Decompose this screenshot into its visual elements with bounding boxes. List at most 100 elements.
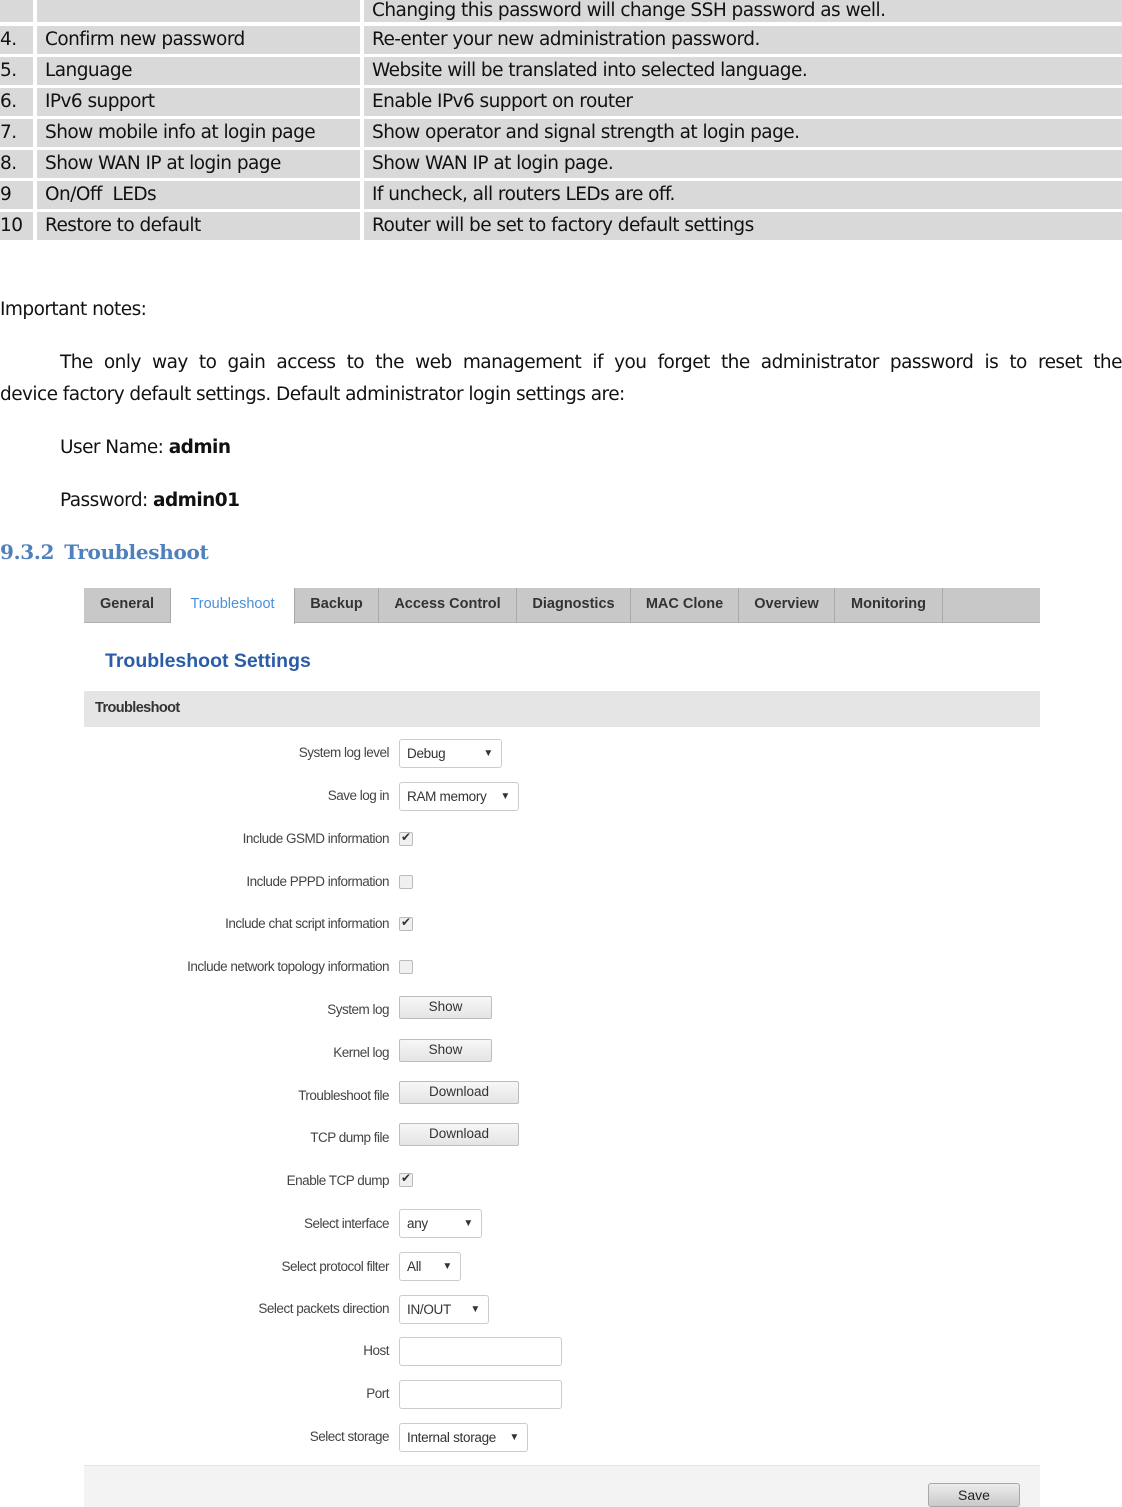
tab-monitoring[interactable]: Monitoring	[835, 588, 943, 623]
notes-heading: Important notes:	[0, 299, 147, 320]
notes-paragraph-line-1: The only way to gain access to the web management…	[0, 352, 1122, 373]
save-log-in-value: RAM memory	[407, 789, 487, 804]
include-chat-script-label: Include chat script information	[225, 916, 389, 931]
tab-general[interactable]: General	[84, 588, 171, 623]
tab-access-control[interactable]: Access Control	[379, 588, 517, 623]
row-description: Show operator and signal strength at log…	[364, 119, 1122, 147]
system-log-show-button[interactable]: Show	[399, 996, 492, 1019]
chevron-down-icon: ▼	[442, 1261, 452, 1272]
troubleshoot-file-download-button[interactable]: Download	[399, 1081, 519, 1104]
check-icon: ✔	[401, 1171, 412, 1185]
paragraph-word: reset	[1037, 352, 1083, 373]
tcp-dump-file-download-button[interactable]: Download	[399, 1123, 519, 1146]
kernel-log-show-button[interactable]: Show	[399, 1039, 492, 1062]
row-description: Website will be translated into selected…	[364, 57, 1122, 85]
select-interface-dropdown[interactable]: any ▼	[399, 1209, 482, 1238]
row-number: 5.	[0, 57, 33, 85]
table-row: Changing this password will change SSH p…	[0, 0, 1122, 22]
row-number: 4.	[0, 26, 33, 54]
system-log-level-label: System log level	[298, 745, 390, 760]
table-row: 7. Show mobile info at login page Show o…	[0, 119, 1122, 147]
row-description: Router will be set to factory default se…	[364, 212, 1122, 240]
paragraph-word: The	[60, 352, 93, 373]
system-log-level-select[interactable]: Debug ▼	[399, 739, 502, 768]
port-label: Port	[366, 1386, 389, 1401]
row-number: 10	[0, 212, 33, 240]
port-input[interactable]	[399, 1380, 562, 1409]
check-icon: ✔	[401, 830, 412, 844]
host-input[interactable]	[399, 1337, 562, 1366]
select-protocol-filter-value: All	[407, 1259, 422, 1274]
select-interface-label: Select interface	[303, 1216, 390, 1231]
paragraph-word: to	[1009, 352, 1027, 373]
section-header-label: Troubleshoot	[95, 700, 180, 716]
system-log-label: System log	[327, 1002, 389, 1017]
system-log-level-value: Debug	[407, 746, 446, 761]
table-row: 4. Confirm new password Re-enter your ne…	[0, 26, 1122, 54]
paragraph-word: the	[720, 352, 750, 373]
table-row: 8. Show WAN IP at login page Show WAN IP…	[0, 150, 1122, 178]
tab-overview[interactable]: Overview	[739, 588, 835, 623]
include-network-topology-label: Include network topology information	[187, 959, 389, 974]
save-log-in-select[interactable]: RAM memory ▼	[399, 782, 519, 811]
username-value: admin	[168, 437, 231, 458]
include-network-topology-checkbox[interactable]	[399, 960, 413, 974]
include-chat-script-checkbox[interactable]: ✔	[399, 915, 413, 931]
row-description: Re-enter your new administration passwor…	[364, 26, 1122, 54]
form-footer	[84, 1465, 1040, 1507]
include-pppd-checkbox[interactable]	[399, 875, 413, 889]
select-interface-value: any	[407, 1216, 428, 1231]
save-log-in-label: Save log in	[327, 788, 390, 803]
row-name: Show WAN IP at login page	[37, 150, 360, 178]
row-name: Confirm new password	[37, 26, 360, 54]
include-gsmd-checkbox[interactable]: ✔	[399, 830, 413, 846]
paragraph-word: if	[592, 352, 603, 373]
row-number: 9	[0, 181, 33, 209]
section-heading: 9.3.2 Troubleshoot	[0, 540, 209, 564]
paragraph-word: password	[889, 352, 974, 373]
chevron-down-icon: ▼	[483, 748, 493, 759]
row-name: On/Off LEDs	[37, 181, 360, 209]
paragraph-word: to	[346, 352, 365, 373]
table-row: 10 Restore to default Router will be set…	[0, 212, 1122, 240]
troubleshoot-section-header: Troubleshoot	[84, 691, 1040, 727]
tab-troubleshoot[interactable]: Troubleshoot	[171, 588, 295, 624]
select-protocol-filter-dropdown[interactable]: All ▼	[399, 1252, 461, 1281]
chevron-down-icon: ▼	[470, 1304, 480, 1315]
select-storage-dropdown[interactable]: Internal storage ▼	[399, 1423, 528, 1452]
troubleshoot-file-label: Troubleshoot file	[298, 1088, 389, 1103]
notes-paragraph-line-2: device factory default settings. Default…	[0, 384, 625, 405]
paragraph-word: the	[375, 352, 404, 373]
tab-diagnostics[interactable]: Diagnostics	[517, 588, 631, 623]
select-packets-direction-label: Select packets direction	[258, 1301, 389, 1316]
paragraph-word: forget	[657, 352, 711, 373]
enable-tcp-dump-checkbox[interactable]: ✔	[399, 1171, 413, 1187]
row-name: Language	[37, 57, 360, 85]
paragraph-word: the	[1093, 352, 1122, 373]
paragraph-word: administrator	[760, 352, 880, 373]
row-description: Changing this password will change SSH p…	[364, 0, 1122, 22]
row-number: 7.	[0, 119, 33, 147]
chevron-down-icon: ▼	[463, 1218, 473, 1229]
page-title: Troubleshoot Settings	[105, 650, 311, 672]
paragraph-word: web	[415, 352, 452, 373]
tab-backup[interactable]: Backup	[295, 588, 379, 623]
save-button[interactable]: Save	[928, 1483, 1020, 1507]
select-packets-direction-dropdown[interactable]: IN/OUT ▼	[399, 1295, 489, 1324]
tab-bar: General Troubleshoot Backup Access Contr…	[84, 588, 1040, 624]
table-row: 6. IPv6 support Enable IPv6 support on r…	[0, 88, 1122, 116]
select-storage-value: Internal storage	[407, 1430, 497, 1445]
include-gsmd-label: Include GSMD information	[242, 831, 390, 846]
row-description: Show WAN IP at login page.	[364, 150, 1122, 178]
row-name: Show mobile info at login page	[37, 119, 360, 147]
row-number: 8.	[0, 150, 33, 178]
row-name: IPv6 support	[37, 88, 360, 116]
row-description: Enable IPv6 support on router	[364, 88, 1122, 116]
row-name: Restore to default	[37, 212, 360, 240]
tcp-dump-file-label: TCP dump file	[310, 1130, 389, 1145]
select-storage-label: Select storage	[309, 1429, 390, 1444]
row-description: If uncheck, all routers LEDs are off.	[364, 181, 1122, 209]
row-number: 6.	[0, 88, 33, 116]
tab-mac-clone[interactable]: MAC Clone	[631, 588, 739, 623]
section-number: 9.3.2	[0, 540, 55, 564]
